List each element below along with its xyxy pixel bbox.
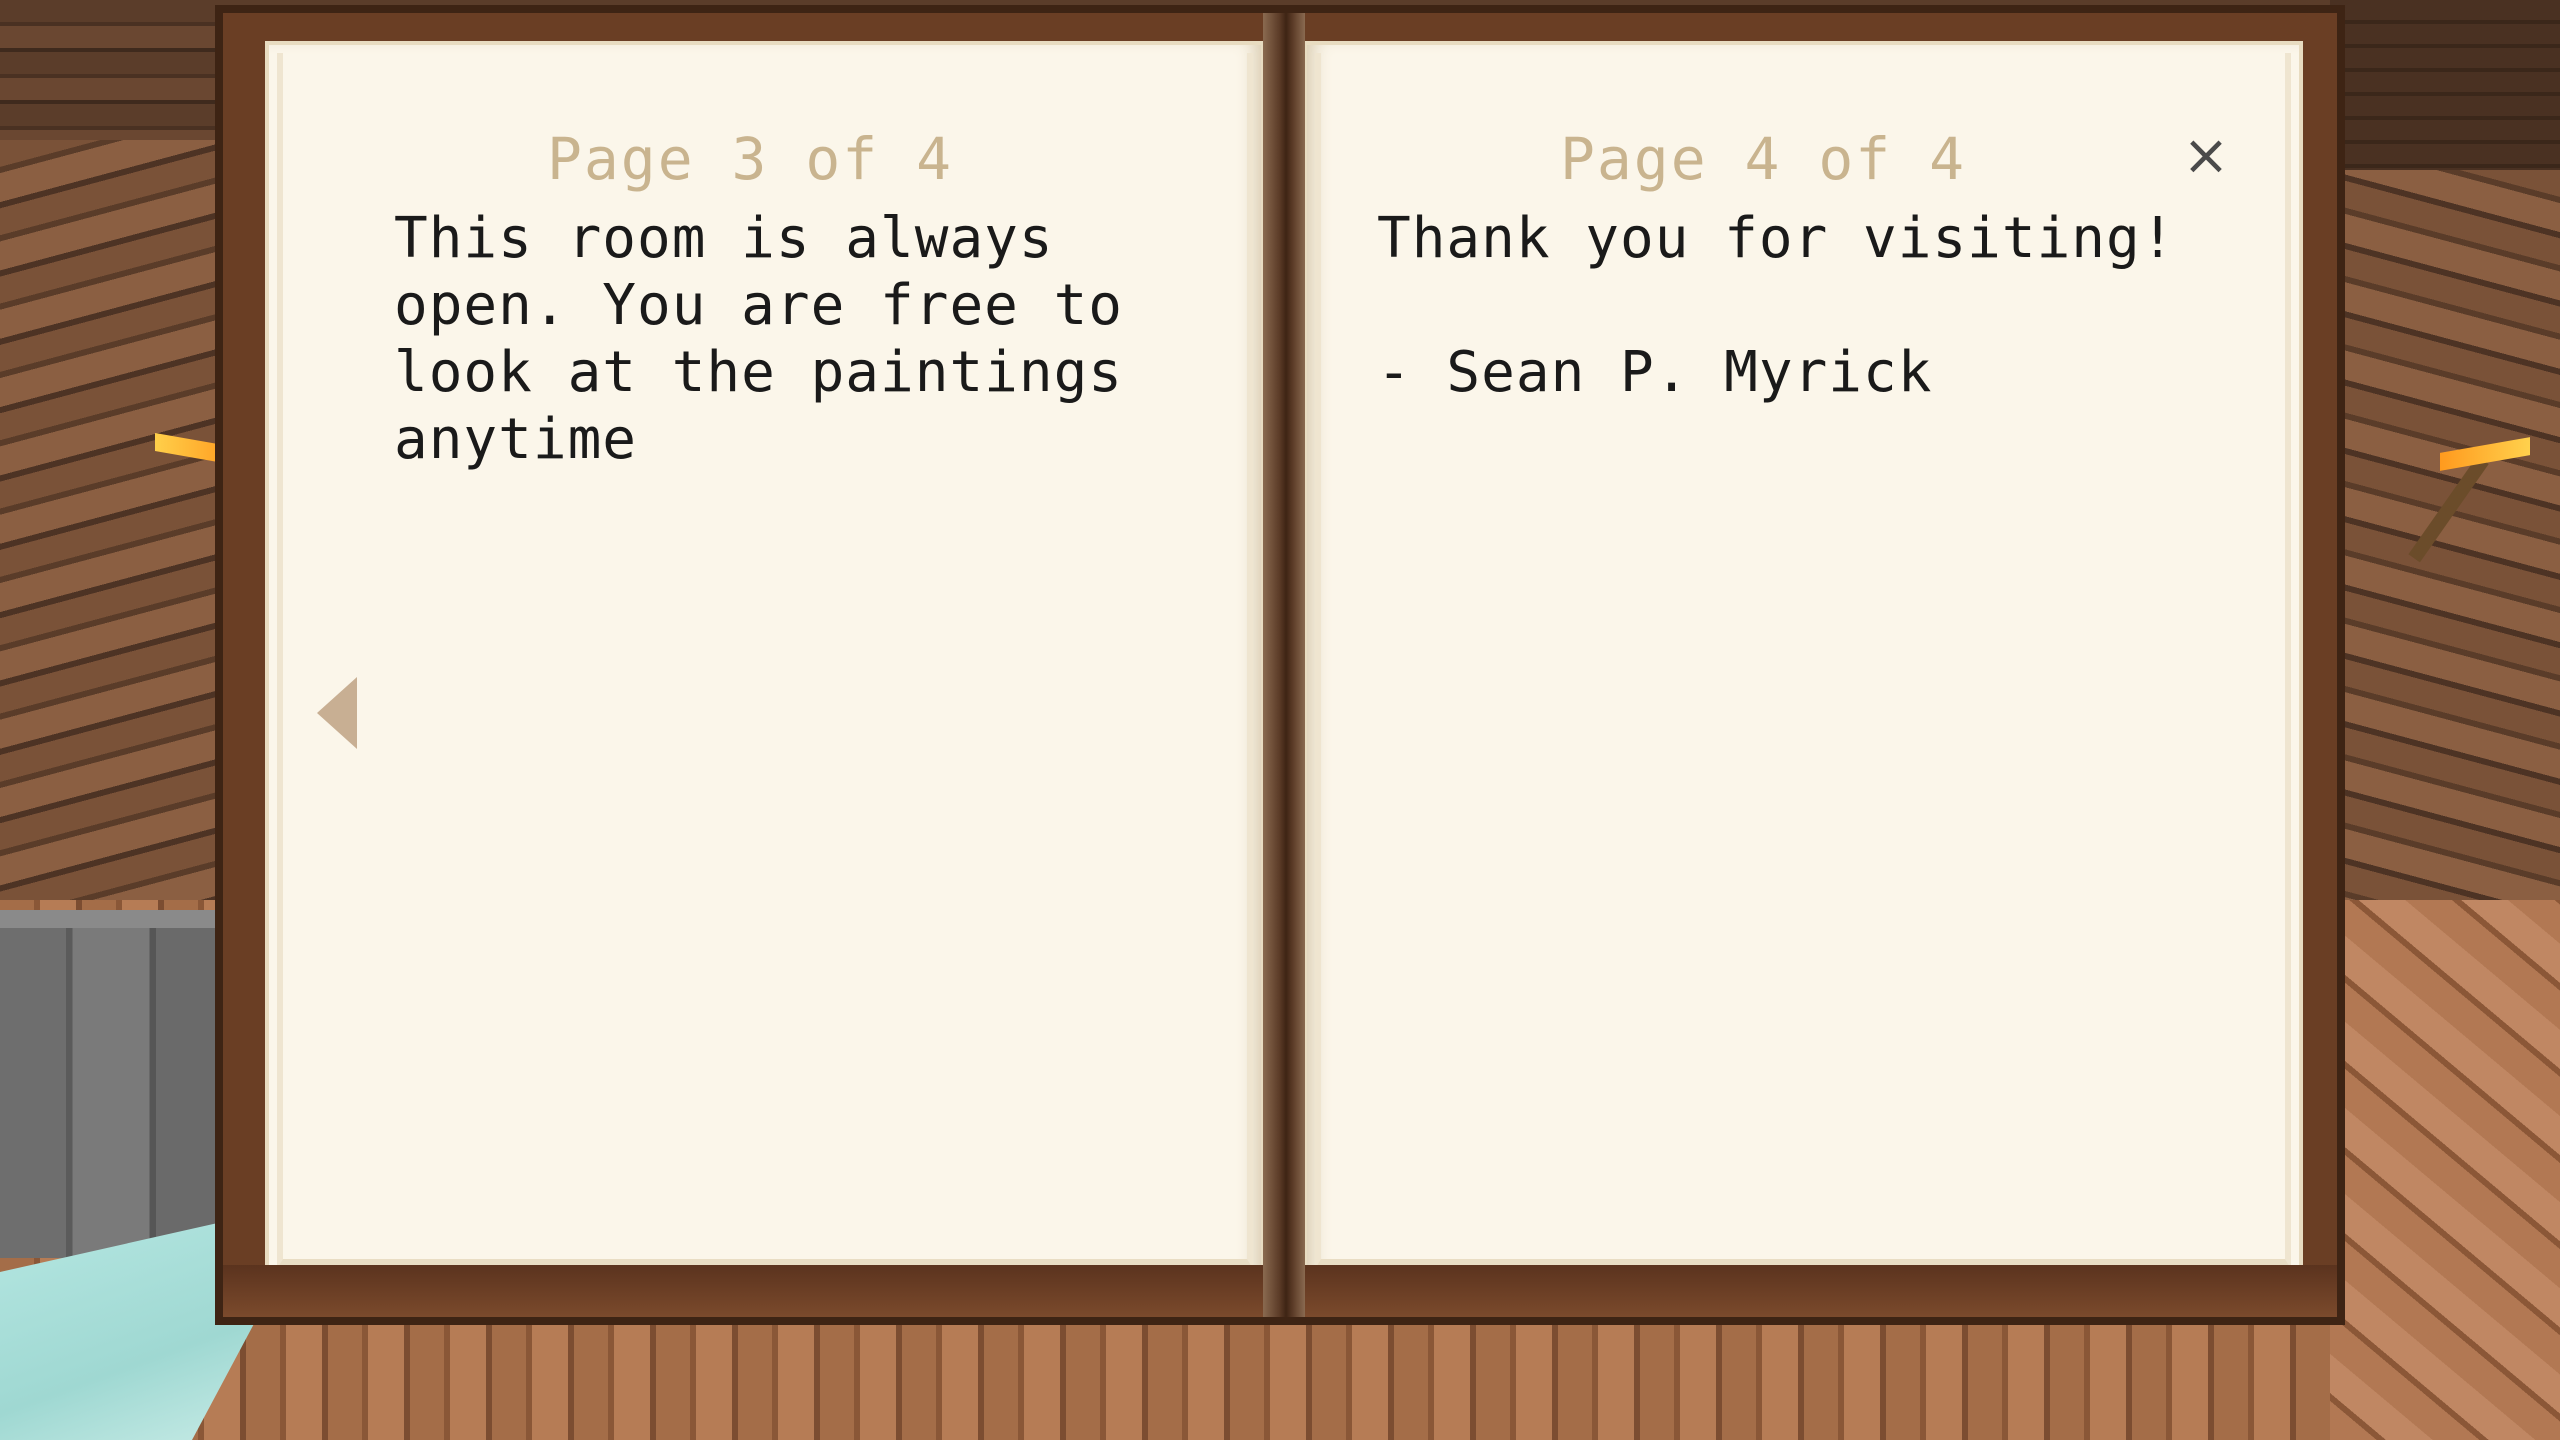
left-page-number: Page 3 of 4 xyxy=(546,125,954,193)
close-icon[interactable]: × xyxy=(2181,128,2231,184)
wood-floor-right xyxy=(2330,900,2560,1440)
right-page-text: Thank you for visiting! - Sean P. Myrick xyxy=(1377,206,2176,405)
stone-block xyxy=(0,910,220,1258)
left-page: Page 3 of 4 This room is always open. Yo… xyxy=(265,41,1265,1281)
wood-wall-right xyxy=(2330,170,2560,950)
book-spine xyxy=(1263,13,1305,1317)
right-page: Page 4 of 4 Thank you for visiting! - Se… xyxy=(1303,41,2303,1281)
book-ui: Page 3 of 4 This room is always open. Yo… xyxy=(215,5,2345,1325)
right-page-number: Page 4 of 4 xyxy=(1559,125,1967,193)
wood-wall-right-upper xyxy=(2330,0,2560,190)
left-page-text: This room is always open. You are free t… xyxy=(394,206,1124,472)
wood-wall-left xyxy=(0,140,230,960)
chevron-left-icon[interactable] xyxy=(317,677,357,749)
